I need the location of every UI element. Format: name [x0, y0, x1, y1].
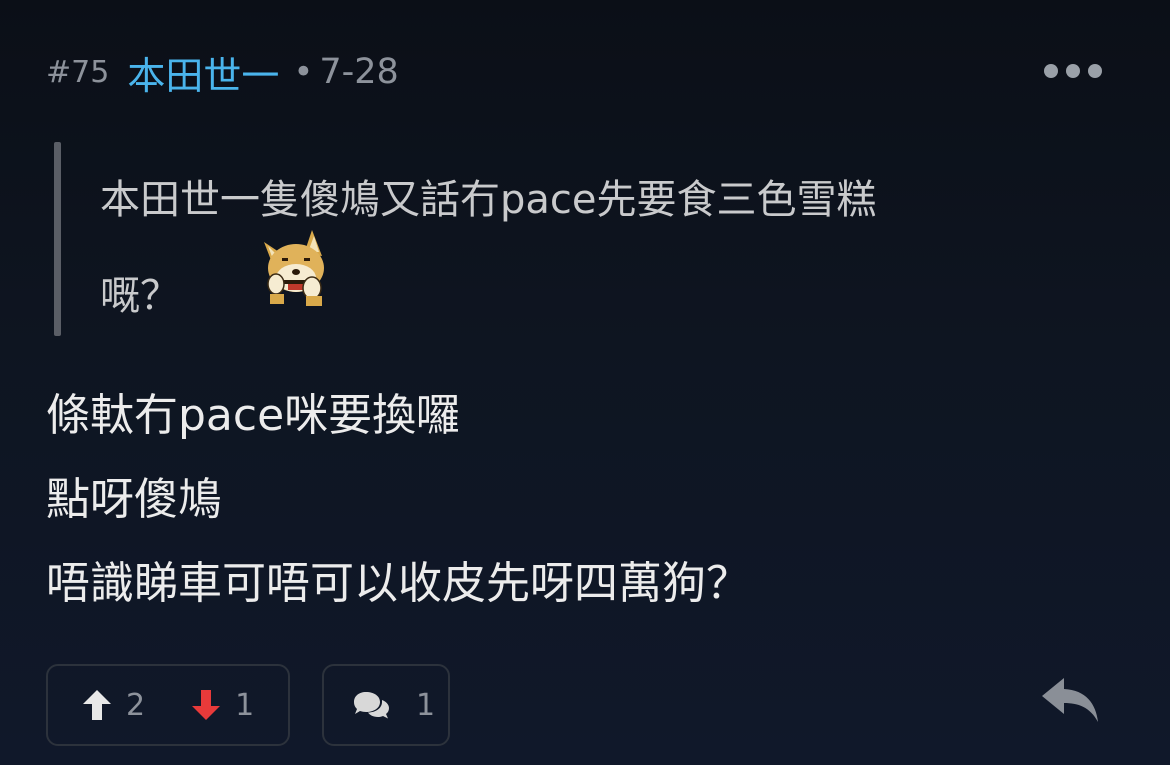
upvote-button[interactable]: 2 — [82, 688, 145, 723]
more-options-button[interactable] — [1044, 58, 1102, 84]
shiba-dog-sticker — [264, 230, 324, 306]
speech-bubbles-icon — [354, 692, 389, 719]
post-content: 條軚冇pace咪要換囉 點呀傻鳩 唔識睇車可唔可以收皮先呀四萬狗？ — [46, 374, 1126, 626]
floor-number: #75 — [46, 54, 110, 90]
content-line: 唔識睇車可唔可以收皮先呀四萬狗？ — [46, 558, 750, 609]
content-line: 點呀傻鳩 — [46, 474, 222, 525]
post-date: 7-28 — [319, 52, 399, 92]
quote-reply-button[interactable] — [1040, 674, 1100, 726]
downvote-button[interactable]: 1 — [191, 688, 254, 723]
post-card: #75 本田世一 • 7-28 本田世一隻傻鳩又話冇pace先要食三色雪糕 嘅？ — [0, 0, 1170, 765]
vote-panel: 2 1 — [46, 664, 290, 746]
quote-text-line2: 嘅？ — [100, 273, 180, 319]
down-arrow-icon — [192, 690, 221, 720]
content-line: 條軚冇pace咪要換囉 — [46, 390, 461, 441]
post-header: #75 本田世一 • 7-28 — [46, 46, 399, 98]
quoted-reply[interactable]: 本田世一隻傻鳩又話冇pace先要食三色雪糕 嘅？ — [54, 142, 1114, 336]
more-dot — [1088, 64, 1102, 78]
reply-arrow-icon — [1042, 678, 1098, 722]
username-link[interactable]: 本田世一 — [127, 45, 279, 100]
quote-text-line1: 本田世一隻傻鳩又話冇pace先要食三色雪糕 — [100, 177, 877, 223]
more-dot — [1066, 64, 1080, 78]
meta-separator: • — [293, 52, 314, 92]
quote-bar — [54, 142, 61, 336]
replies-button[interactable]: 1 — [322, 664, 450, 746]
upvote-count: 2 — [126, 687, 146, 723]
up-arrow-icon — [83, 690, 111, 720]
more-dots-icon — [1044, 64, 1058, 78]
downvote-count: 1 — [235, 687, 255, 723]
reply-count: 1 — [416, 687, 436, 723]
